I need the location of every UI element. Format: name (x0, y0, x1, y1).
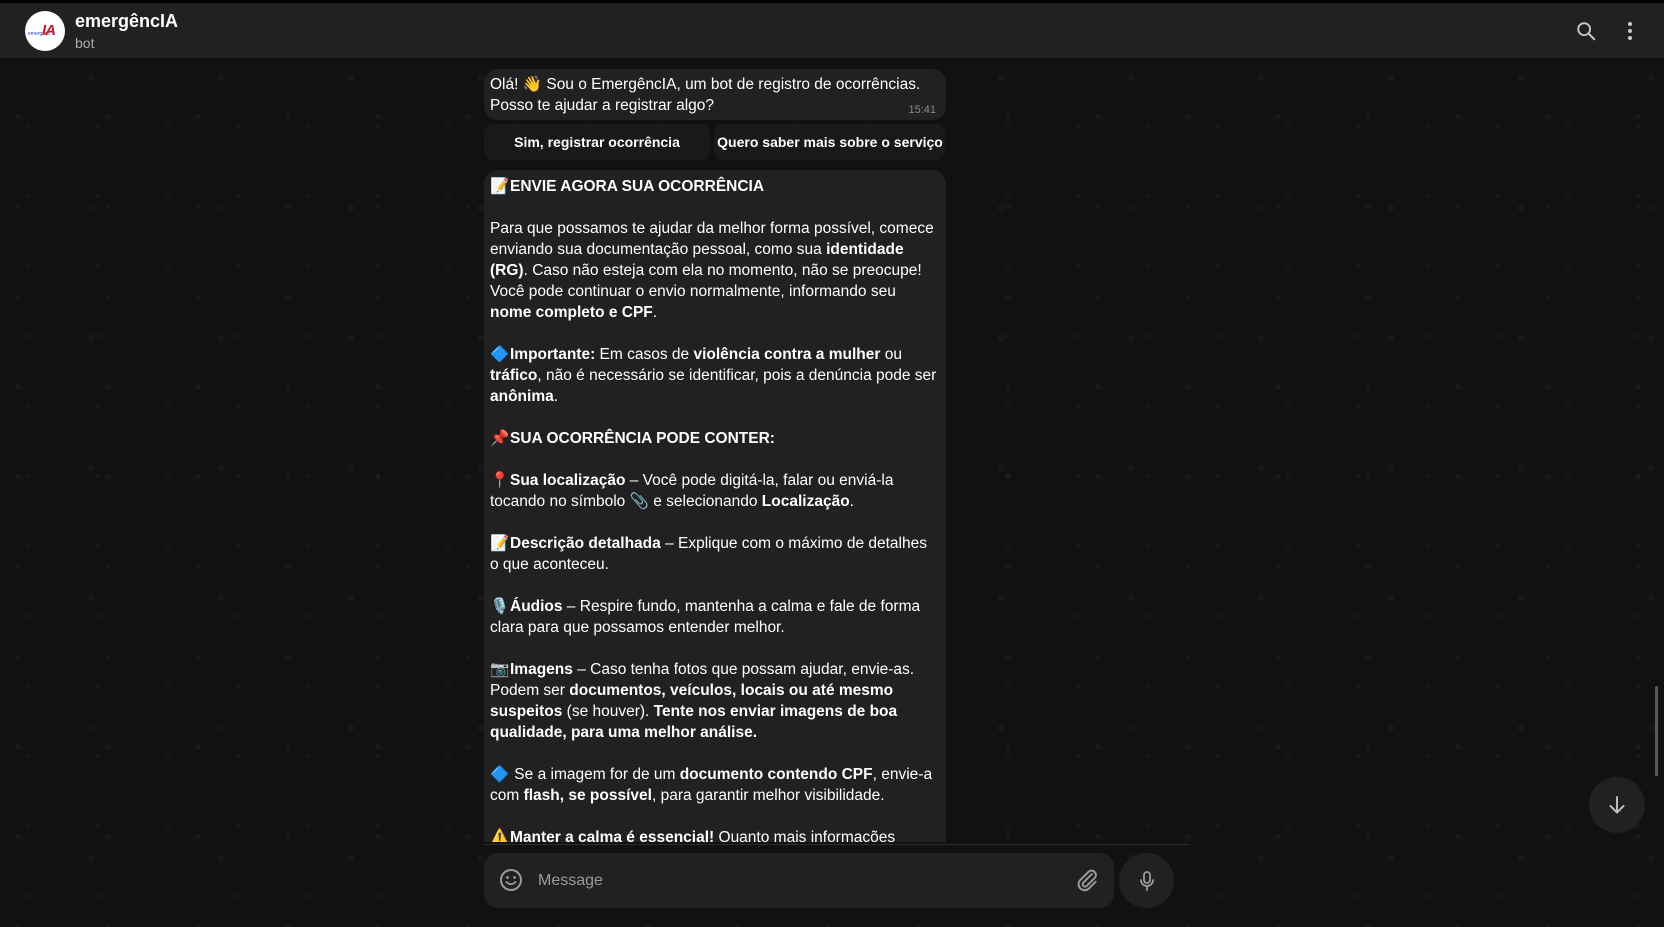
avatar-logo-text: IA (42, 22, 56, 39)
avatar[interactable]: emergênc IA (25, 11, 65, 51)
text: ou (880, 346, 902, 363)
bold-text: Manter a calma é essencial! (510, 829, 715, 842)
microphone-emoji: 🎙️ (490, 598, 510, 615)
bold-text: Imagens (510, 661, 573, 678)
bold-text: Áudios (510, 598, 563, 615)
instructions-paragraph-audio: 🎙️Áudios – Respire fundo, mantenha a cal… (490, 596, 938, 638)
text: , para garantir melhor visibilidade. (651, 787, 885, 804)
text: Quanto mais informações (714, 829, 896, 842)
message-text: Olá! 👋 Sou o EmergêncIA, um bot de regis… (490, 74, 936, 116)
message-input[interactable] (536, 861, 1040, 901)
more-vertical-icon (1628, 22, 1632, 40)
more-options-button[interactable] (1616, 17, 1644, 45)
search-icon (1577, 22, 1596, 41)
voice-record-button[interactable] (1119, 853, 1174, 908)
text: . (553, 388, 559, 405)
text: . (849, 493, 854, 510)
instructions-paragraph-location: 📍Sua localização – Você pode digitá-la, … (490, 470, 938, 512)
message-time: 15:41 (908, 104, 936, 116)
message-composer (484, 853, 1114, 908)
paperclip-emoji: 📎 (629, 493, 649, 510)
bold-text: documento contendo CPF (679, 766, 873, 783)
bold-text: Descrição detalhada (510, 535, 661, 552)
message-bubble-instructions: 📝ENVIE AGORA SUA OCORRÊNCIA Para que pos… (484, 170, 946, 842)
instructions-paragraph-images: 📷Imagens – Caso tenha fotos que possam a… (490, 659, 938, 743)
bold-text: tráfico (490, 367, 538, 384)
blue-diamond-emoji: 🔷 (490, 346, 510, 363)
paperclip-icon (1077, 869, 1097, 892)
pushpin-emoji: 📌 (490, 430, 510, 447)
divider (484, 844, 1190, 845)
text: . (652, 304, 658, 321)
warning-emoji: ⚠️ (490, 829, 510, 842)
instructions-heading: 📝ENVIE AGORA SUA OCORRÊNCIA (490, 176, 938, 197)
scrollbar[interactable] (1655, 686, 1658, 776)
heading-text: ENVIE AGORA SUA OCORRÊNCIA (510, 178, 765, 195)
bold-text: Localização (761, 493, 850, 510)
chat-status: bot (75, 35, 95, 51)
arrow-down-icon (1609, 796, 1625, 814)
text: Se a imagem for de um (510, 766, 680, 783)
message-text-part: Sou o EmergêncIA, um bot de registro de … (490, 76, 921, 114)
instructions-paragraph-calm: ⚠️Manter a calma é essencial! Quanto mai… (490, 827, 938, 842)
scroll-to-bottom-button[interactable] (1589, 777, 1645, 833)
waving-hand-emoji: 👋 (522, 76, 543, 93)
instructions-paragraph-cpf: 🔷 Se a imagem for de um documento conten… (490, 764, 938, 806)
text: Em casos de (595, 346, 694, 363)
camera-emoji: 📷 (490, 661, 510, 678)
instructions-paragraph-important: 🔷Importante: Em casos de violência contr… (490, 344, 938, 407)
microphone-icon (1139, 870, 1154, 891)
chat-window: emergênc IA emergêncIA bot Olá! 👋 Sou o … (0, 0, 1664, 927)
message-bubble-welcome: Olá! 👋 Sou o EmergêncIA, um bot de regis… (484, 69, 946, 120)
bold-text: Importante: (510, 346, 596, 363)
text: , não é necessário se identificar, pois … (537, 367, 937, 384)
bold-text: Sua localização (510, 472, 626, 489)
bold-text: violência contra a mulher (693, 346, 881, 363)
learn-more-button[interactable]: Quero saber mais sobre o serviço (714, 124, 946, 160)
message-text-part: Olá! (490, 76, 523, 93)
bold-text: SUA OCORRÊNCIA PODE CONTER: (510, 430, 775, 447)
memo-emoji: 📝 (490, 178, 510, 195)
text: . Caso não esteja com ela no momento, nã… (490, 262, 922, 300)
instructions-paragraph-identity: Para que possamos te ajudar da melhor fo… (490, 218, 938, 323)
attach-button[interactable] (1074, 867, 1100, 893)
bold-text: nome completo e CPF (490, 304, 653, 321)
round-pushpin-emoji: 📍 (490, 472, 510, 489)
emoji-button[interactable] (498, 867, 524, 893)
memo-emoji: 📝 (490, 535, 510, 552)
instructions-paragraph-description: 📝Descrição detalhada – Explique com o má… (490, 533, 938, 575)
chat-header: emergênc IA emergêncIA bot (0, 0, 1664, 58)
instructions-subheading: 📌SUA OCORRÊNCIA PODE CONTER: (490, 428, 938, 449)
search-button[interactable] (1572, 17, 1600, 45)
chat-title[interactable]: emergêncIA (75, 11, 178, 32)
bold-text: anônima (490, 388, 554, 405)
text: (se houver). (562, 703, 654, 720)
bold-text: flash, se possível (523, 787, 652, 804)
text: e selecionando (648, 493, 762, 510)
blue-diamond-emoji: 🔷 (490, 766, 510, 783)
smile-icon (500, 869, 522, 891)
register-occurrence-button[interactable]: Sim, registrar ocorrência (484, 124, 710, 160)
